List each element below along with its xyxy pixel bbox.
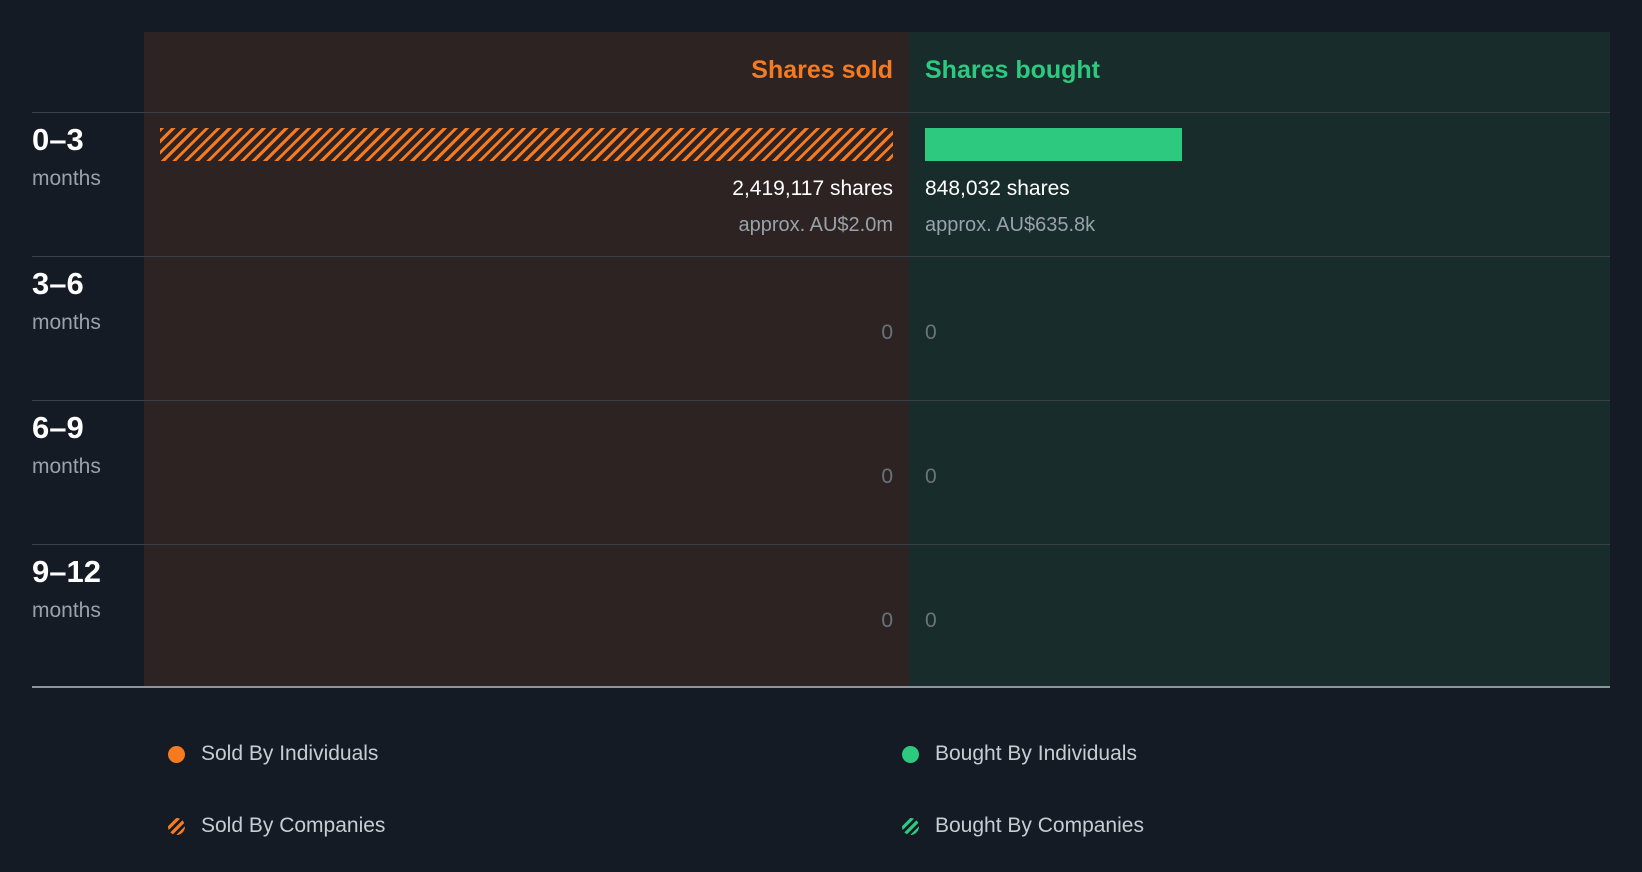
row-divider — [32, 112, 1610, 113]
legend-label: Sold By Individuals — [201, 742, 379, 765]
row-range: 9–12 — [32, 554, 101, 589]
row-label-6-9: 6–9 months — [32, 410, 101, 482]
row-divider — [32, 400, 1610, 401]
row-label-0-3: 0–3 months — [32, 122, 101, 194]
legend-sold-by-companies[interactable]: Sold By Companies — [168, 813, 385, 839]
legend-swatch-hatched-green — [902, 817, 919, 835]
legend-bought-by-companies[interactable]: Bought By Companies — [902, 813, 1144, 839]
legend-swatch-solid-green — [902, 745, 919, 763]
bought-value-label: approx. AU$635.8k — [925, 214, 1096, 236]
bought-zero-9-12: 0 — [925, 609, 937, 632]
header-shares-bought: Shares bought — [925, 56, 1101, 84]
header-shares-sold: Shares sold — [751, 56, 893, 84]
bought-zero-6-9: 0 — [925, 465, 937, 488]
sold-value-label: approx. AU$2.0m — [738, 214, 893, 236]
legend-swatch-solid-orange — [168, 745, 185, 763]
row-unit: months — [32, 167, 101, 190]
legend-sold-by-individuals[interactable]: Sold By Individuals — [168, 741, 378, 767]
row-label-3-6: 3–6 months — [32, 266, 101, 338]
legend-bought-by-individuals[interactable]: Bought By Individuals — [902, 741, 1137, 767]
legend-label: Sold By Companies — [201, 814, 386, 837]
legend-label: Bought By Individuals — [935, 742, 1137, 765]
sold-zero-6-9: 0 — [881, 465, 893, 488]
legend-label: Bought By Companies — [935, 814, 1144, 837]
bar-bought-by-individuals-0-3[interactable] — [925, 128, 1182, 161]
sold-zero-9-12: 0 — [881, 609, 893, 632]
row-divider — [32, 256, 1610, 257]
row-label-9-12: 9–12 months — [32, 554, 101, 626]
x-axis-line — [32, 686, 1610, 688]
bought-shares-label: 848,032 shares — [925, 177, 1070, 200]
row-unit: months — [32, 455, 101, 478]
row-range: 6–9 — [32, 410, 84, 445]
row-divider — [32, 544, 1610, 545]
row-range: 3–6 — [32, 266, 84, 301]
bar-sold-by-companies-0-3[interactable] — [160, 128, 893, 161]
bought-zero-3-6: 0 — [925, 321, 937, 344]
legend-swatch-hatched-orange — [168, 817, 185, 835]
sold-shares-label: 2,419,117 shares — [732, 177, 893, 200]
row-unit: months — [32, 599, 101, 622]
row-unit: months — [32, 311, 101, 334]
row-range: 0–3 — [32, 122, 84, 157]
sold-zero-3-6: 0 — [881, 321, 893, 344]
